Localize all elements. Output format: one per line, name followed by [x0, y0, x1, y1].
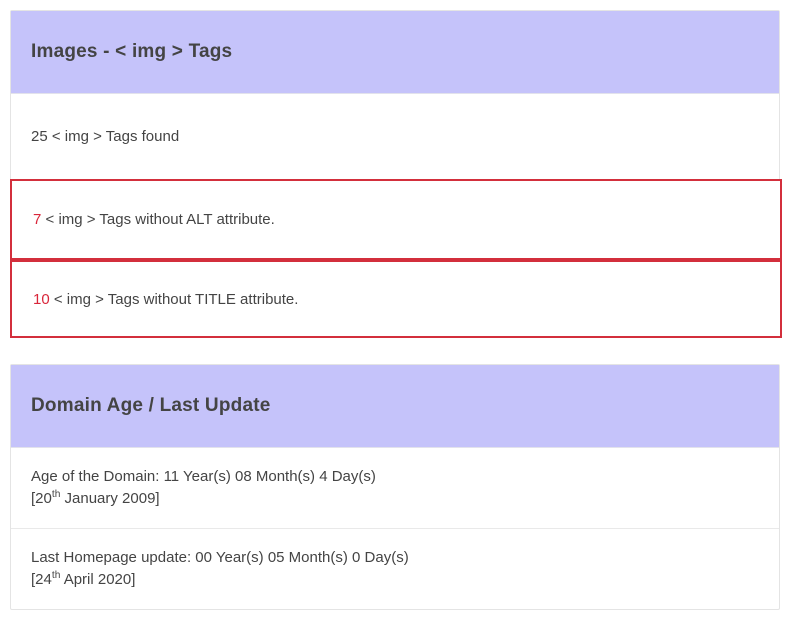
report-page: Images - < img > Tags 25 < img > Tags fo… [0, 0, 790, 621]
last-update-date: [24th April 2020] [31, 569, 409, 591]
domain-age-panel: Domain Age / Last Update Age of the Doma… [10, 364, 780, 610]
last-update-duration: Last Homepage update: 00 Year(s) 05 Mont… [31, 548, 409, 566]
domain-age-row: Age of the Domain: 11 Year(s) 08 Month(s… [11, 448, 779, 528]
img-tags-missing-title-count: 10 [33, 290, 50, 308]
img-tags-found-count: 25 [31, 127, 48, 145]
img-tags-found-label: < img > Tags found [47, 127, 180, 145]
img-tags-missing-title-label: < img > Tags without TITLE attribute. [49, 290, 299, 308]
img-tags-missing-title-row: 10 < img > Tags without TITLE attribute. [10, 260, 782, 338]
images-tags-panel-title: Images - < img > Tags [31, 40, 233, 62]
img-tags-missing-alt-row: 7 < img > Tags without ALT attribute. [10, 179, 782, 260]
images-tags-panel: Images - < img > Tags 25 < img > Tags fo… [10, 10, 782, 338]
domain-creation-date-prefix: [20 [31, 490, 52, 507]
domain-age-text: Age of the Domain: 11 Year(s) 08 Month(s… [31, 466, 376, 510]
img-tags-missing-alt-count: 7 [33, 211, 42, 228]
last-update-row: Last Homepage update: 00 Year(s) 05 Mont… [11, 528, 779, 608]
domain-creation-date: [20th January 2009] [31, 488, 376, 510]
last-update-date-suffix: April 2020] [60, 570, 136, 588]
last-update-date-prefix: [24 [31, 570, 52, 588]
img-tags-found-row: 25 < img > Tags found [11, 94, 779, 179]
images-tags-panel-header: Images - < img > Tags [11, 11, 779, 94]
img-tags-missing-alt-label: < img > Tags without ALT attribute. [41, 211, 275, 228]
domain-age-panel-title: Domain Age / Last Update [31, 394, 271, 416]
domain-age-duration: Age of the Domain: 11 Year(s) 08 Month(s… [31, 468, 376, 486]
domain-age-panel-header: Domain Age / Last Update [11, 365, 779, 448]
domain-creation-date-suffix: January 2009] [60, 490, 160, 507]
last-update-text: Last Homepage update: 00 Year(s) 05 Mont… [31, 547, 409, 591]
